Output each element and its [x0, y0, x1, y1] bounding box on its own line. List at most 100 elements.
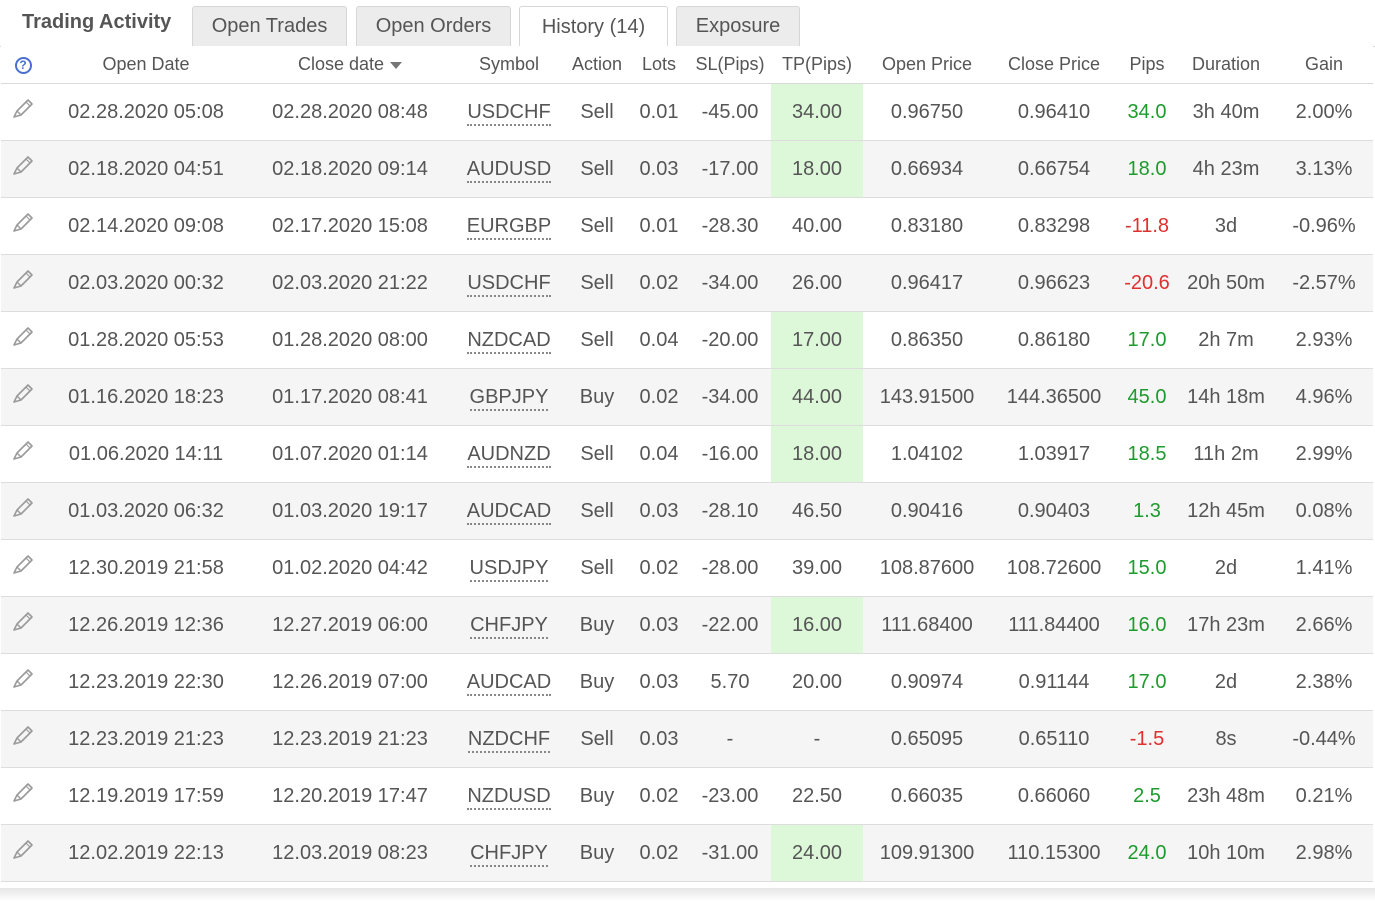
edit-cell [1, 254, 45, 312]
symbol-link[interactable]: USDJPY [469, 556, 549, 582]
lots-cell: 0.02 [629, 539, 689, 597]
table-row: 01.06.2020 14:11 01.07.2020 01:14 AUDNZD Se… [1, 425, 1373, 483]
pips-cell: 1.3 [1117, 482, 1177, 540]
symbol-link[interactable]: USDCHF [467, 271, 551, 297]
edit-cell [1, 482, 45, 540]
table-row: 02.28.2020 05:08 02.28.2020 08:48 USDCHF Se… [1, 83, 1373, 141]
symbol-link[interactable]: AUDCAD [466, 670, 552, 696]
pencil-icon[interactable] [11, 154, 35, 184]
open-price-cell: 1.04102 [863, 425, 991, 483]
symbol-link[interactable]: AUDUSD [466, 157, 552, 183]
symbol-link[interactable]: CHFJPY [470, 841, 548, 867]
pencil-icon[interactable] [11, 781, 35, 811]
symbol-link[interactable]: CHFJPY [470, 613, 548, 639]
help-icon[interactable]: ? [14, 56, 32, 74]
pencil-icon[interactable] [11, 211, 35, 241]
close-price-cell: 0.83298 [991, 197, 1117, 255]
col-close-date[interactable]: Close date [247, 46, 453, 84]
symbol-link[interactable]: USDCHF [467, 100, 551, 126]
pencil-icon[interactable] [11, 838, 35, 868]
tab-history[interactable]: History (14) [519, 6, 668, 47]
pencil-icon[interactable] [11, 724, 35, 754]
lots-cell: 0.04 [629, 311, 689, 369]
edit-cell [1, 311, 45, 369]
pencil-icon[interactable] [11, 496, 35, 526]
close-price-cell: 0.96410 [991, 83, 1117, 141]
pips-cell: 34.0 [1117, 83, 1177, 141]
sl-cell: -34.00 [689, 254, 771, 312]
tab-exposure[interactable]: Exposure [676, 6, 800, 46]
open-date-cell: 02.18.2020 04:51 [45, 140, 247, 198]
sl-cell: -28.10 [689, 482, 771, 540]
table-row: 01.03.2020 06:32 01.03.2020 19:17 AUDCAD Se… [1, 482, 1373, 540]
col-sl[interactable]: SL(Pips) [689, 46, 771, 84]
open-date-cell: 12.23.2019 22:30 [45, 653, 247, 711]
open-price-cell: 143.91500 [863, 368, 991, 426]
symbol-link[interactable]: GBPJPY [469, 385, 549, 411]
tp-cell: 40.00 [771, 197, 863, 255]
pencil-icon[interactable] [11, 382, 35, 412]
pips-cell: 18.5 [1117, 425, 1177, 483]
tp-cell: 26.00 [771, 254, 863, 312]
open-date-cell: 12.02.2019 22:13 [45, 824, 247, 882]
sort-desc-icon [390, 61, 403, 69]
col-close-price[interactable]: Close Price [991, 46, 1117, 84]
symbol-link[interactable]: AUDCAD [466, 499, 552, 525]
table-row: 12.02.2019 22:13 12.03.2019 08:23 CHFJPY Bu… [1, 824, 1373, 882]
col-gain[interactable]: Gain [1275, 46, 1373, 84]
pencil-icon[interactable] [11, 439, 35, 469]
pips-cell: 2.5 [1117, 767, 1177, 825]
table-row: 12.26.2019 12:36 12.27.2019 06:00 CHFJPY Bu… [1, 596, 1373, 654]
col-tp[interactable]: TP(Pips) [771, 46, 863, 84]
col-symbol[interactable]: Symbol [453, 46, 565, 84]
gain-cell: 2.98% [1275, 824, 1373, 882]
duration-cell: 17h 23m [1177, 596, 1275, 654]
col-action[interactable]: Action [565, 46, 629, 84]
close-price-cell: 0.96623 [991, 254, 1117, 312]
col-duration[interactable]: Duration [1177, 46, 1275, 84]
sl-cell: - [689, 710, 771, 768]
duration-cell: 3h 40m [1177, 83, 1275, 141]
symbol-link[interactable]: AUDNZD [467, 442, 551, 468]
duration-cell: 3d [1177, 197, 1275, 255]
close-price-cell: 1.03917 [991, 425, 1117, 483]
pencil-icon[interactable] [11, 610, 35, 640]
table-bottom-shadow [0, 888, 1375, 901]
col-open-price[interactable]: Open Price [863, 46, 991, 84]
action-cell: Buy [565, 767, 629, 825]
action-cell: Sell [565, 311, 629, 369]
table-row: 02.18.2020 04:51 02.18.2020 09:14 AUDUSD Se… [1, 140, 1373, 198]
col-open-date[interactable]: Open Date [45, 46, 247, 84]
close-date-cell: 01.17.2020 08:41 [247, 368, 453, 426]
tp-cell: 18.00 [771, 425, 863, 483]
sl-cell: 5.70 [689, 653, 771, 711]
lots-cell: 0.01 [629, 83, 689, 141]
pencil-icon[interactable] [11, 667, 35, 697]
symbol-link[interactable]: NZDCAD [467, 328, 551, 354]
tab-open-orders[interactable]: Open Orders [356, 6, 511, 46]
open-date-cell: 01.03.2020 06:32 [45, 482, 247, 540]
close-price-cell: 0.66060 [991, 767, 1117, 825]
lots-cell: 0.03 [629, 596, 689, 654]
help-header[interactable]: ? [1, 46, 45, 84]
pips-cell: 24.0 [1117, 824, 1177, 882]
duration-cell: 23h 48m [1177, 767, 1275, 825]
symbol-link[interactable]: NZDCHF [467, 727, 551, 753]
pencil-icon[interactable] [11, 553, 35, 583]
tab-open-trades[interactable]: Open Trades [192, 6, 347, 46]
close-price-cell: 111.84400 [991, 596, 1117, 654]
col-pips[interactable]: Pips [1117, 46, 1177, 84]
symbol-cell: USDCHF [453, 83, 565, 141]
pencil-icon[interactable] [11, 325, 35, 355]
open-date-cell: 01.28.2020 05:53 [45, 311, 247, 369]
pencil-icon[interactable] [11, 268, 35, 298]
close-price-cell: 144.36500 [991, 368, 1117, 426]
gain-cell: 2.38% [1275, 653, 1373, 711]
symbol-link[interactable]: EURGBP [466, 214, 552, 240]
open-price-cell: 0.66934 [863, 140, 991, 198]
pencil-icon[interactable] [11, 97, 35, 127]
col-lots[interactable]: Lots [629, 46, 689, 84]
open-date-cell: 01.06.2020 14:11 [45, 425, 247, 483]
open-price-cell: 0.96750 [863, 83, 991, 141]
symbol-link[interactable]: NZDUSD [467, 784, 551, 810]
